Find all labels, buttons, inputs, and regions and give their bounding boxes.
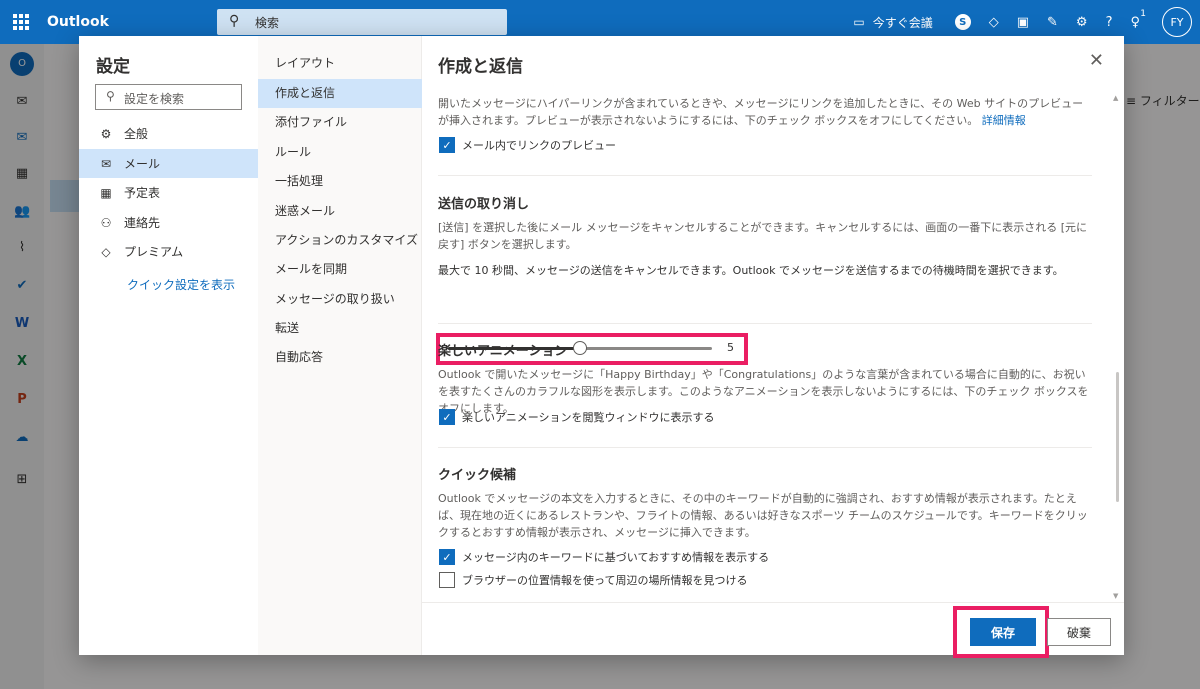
search-box[interactable]: ⚲ 検索 <box>217 9 507 35</box>
checkmark-icon: ✓ <box>439 409 455 425</box>
compose-icon: ✎ <box>1047 14 1058 30</box>
subcategory-layout[interactable]: レイアウト <box>258 49 422 78</box>
subcategory-customize-actions[interactable]: アクションのカスタマイズ <box>258 226 422 255</box>
meet-now-label: 今すぐ会議 <box>872 15 933 30</box>
more-info-link[interactable]: 詳細情報 <box>982 114 1026 127</box>
office-icon: ▣ <box>1016 14 1029 30</box>
app-name[interactable]: Outlook <box>47 14 109 30</box>
app-launcher-icon[interactable] <box>13 14 29 30</box>
link-preview-checkbox[interactable]: ✓ メール内でリンクのプレビュー <box>439 137 616 153</box>
bulb-icon: ♀ <box>1130 14 1140 30</box>
content-title: 作成と返信 <box>438 57 523 77</box>
keyword-suggestions-checkbox[interactable]: ✓ メッセージ内のキーワードに基づいておすすめ情報を表示する <box>439 549 769 565</box>
subcategory-compose-reply[interactable]: 作成と返信 <box>258 79 422 108</box>
dialog-footer: 保存 破棄 <box>422 602 1124 658</box>
premium-button[interactable]: ◇ <box>989 15 999 30</box>
checkbox-label: ブラウザーの位置情報を使って周辺の場所情報を見つける <box>462 574 748 587</box>
help-button[interactable]: ? <box>1106 15 1113 30</box>
settings-dialog: 設定 ⚲ 設定を検索 ⚙ 全般 ✉ メール ▦ 予定表 ⚇ 連絡先 ◇ プレミア… <box>79 36 1124 658</box>
category-label: プレミアム <box>124 245 184 259</box>
skype-button[interactable]: S <box>954 14 971 30</box>
undo-send-heading: 送信の取り消し <box>438 197 530 212</box>
animations-heading: 楽しいアニメーション <box>438 344 568 359</box>
scroll-up-icon[interactable]: ▲ <box>1113 94 1118 102</box>
subcategory-forwarding[interactable]: 転送 <box>258 314 422 343</box>
my-day-button[interactable]: ✎ <box>1047 15 1058 30</box>
category-label: メール <box>124 157 161 171</box>
divider <box>438 323 1092 324</box>
category-premium[interactable]: ◇ プレミアム <box>79 237 258 266</box>
notification-count: 1 <box>1140 8 1146 19</box>
subcategory-attachments[interactable]: 添付ファイル <box>258 108 422 137</box>
settings-search-input[interactable]: ⚲ 設定を検索 <box>95 84 242 110</box>
save-button[interactable]: 保存 <box>970 618 1036 646</box>
subcategory-junk[interactable]: 迷惑メール <box>258 197 422 226</box>
checkbox-label: メッセージ内のキーワードに基づいておすすめ情報を表示する <box>462 551 770 564</box>
slider-value: 5 <box>727 341 734 354</box>
category-label: 予定表 <box>124 186 161 200</box>
subcategory-rules[interactable]: ルール <box>258 138 422 167</box>
checkmark-icon: ✓ <box>439 549 455 565</box>
checkmark-icon: ✓ <box>439 137 455 153</box>
help-icon: ? <box>1105 14 1113 30</box>
close-icon[interactable]: ✕ <box>1089 50 1104 71</box>
meet-now-button[interactable]: ▭ 今すぐ会議 <box>853 14 932 31</box>
search-icon: ⚲ <box>106 89 115 103</box>
divider <box>438 175 1092 176</box>
skype-icon: S <box>954 14 971 30</box>
diamond-icon: ◇ <box>101 244 111 259</box>
scroll-down-icon[interactable]: ▼ <box>1113 592 1118 600</box>
settings-button[interactable]: ⚙ <box>1076 15 1088 30</box>
category-label: 全般 <box>124 127 149 141</box>
checkbox-label: メール内でリンクのプレビュー <box>462 139 616 152</box>
gear-icon: ⚙ <box>1075 14 1088 30</box>
category-mail[interactable]: ✉ メール <box>79 149 258 178</box>
subcategory-sweep[interactable]: 一括処理 <box>258 167 422 196</box>
search-placeholder: 検索 <box>255 16 280 30</box>
undo-send-description: [送信] を選択した後にメール メッセージをキャンセルすることができます。キャン… <box>438 221 1088 251</box>
settings-title: 設定 <box>96 57 130 77</box>
search-icon: ⚲ <box>229 13 240 29</box>
slider-thumb[interactable] <box>573 341 587 355</box>
video-icon: ▭ <box>853 15 865 29</box>
subcategory-message-handling[interactable]: メッセージの取り扱い <box>258 285 422 314</box>
mail-icon: ✉ <box>100 156 112 171</box>
quick-settings-link[interactable]: クイック設定を表示 <box>127 276 235 293</box>
undo-send-slider-label: 最大で 10 秒間、メッセージの送信をキャンセルできます。Outlook でメッ… <box>438 264 1064 277</box>
people-icon: ⚇ <box>100 215 112 230</box>
category-calendar[interactable]: ▦ 予定表 <box>79 178 258 207</box>
checkbox-label: 楽しいアニメーションを閲覧ウィンドウに表示する <box>462 411 715 424</box>
gear-icon: ⚙ <box>100 126 112 141</box>
settings-subcategory-nav: レイアウト 作成と返信 添付ファイル ルール 一括処理 迷惑メール アクションの… <box>258 36 422 655</box>
discard-button[interactable]: 破棄 <box>1047 618 1111 646</box>
office-button[interactable]: ▣ <box>1017 15 1029 30</box>
calendar-icon: ▦ <box>100 185 112 200</box>
location-checkbox[interactable]: ブラウザーの位置情報を使って周辺の場所情報を見つける <box>439 572 747 588</box>
diamond-icon: ◇ <box>988 14 999 30</box>
category-people[interactable]: ⚇ 連絡先 <box>79 208 258 237</box>
settings-search-placeholder: 設定を検索 <box>124 92 185 106</box>
settings-category-nav: 設定 ⚲ 設定を検索 ⚙ 全般 ✉ メール ▦ 予定表 ⚇ 連絡先 ◇ プレミア… <box>79 36 258 655</box>
category-label: 連絡先 <box>124 216 161 230</box>
link-preview-description: 開いたメッセージにハイパーリンクが含まれているときや、メッセージにリンクを追加し… <box>438 95 1094 129</box>
checkbox-empty <box>439 572 455 588</box>
avatar[interactable]: FY <box>1162 7 1192 37</box>
animations-checkbox[interactable]: ✓ 楽しいアニメーションを閲覧ウィンドウに表示する <box>439 409 715 425</box>
settings-content: 作成と返信 ✕ 開いたメッセージにハイパーリンクが含まれているときや、メッセージ… <box>422 36 1124 655</box>
suggestions-heading: クイック候補 <box>438 468 517 483</box>
suggestions-description: Outlook でメッセージの本文を入力するときに、その中のキーワードが自動的に… <box>438 492 1088 539</box>
whats-new-button[interactable]: ♀ 1 <box>1130 9 1146 30</box>
subcategory-sync-email[interactable]: メールを同期 <box>258 255 422 284</box>
category-general[interactable]: ⚙ 全般 <box>79 119 258 148</box>
subcategory-auto-reply[interactable]: 自動応答 <box>258 343 422 372</box>
divider <box>438 447 1092 448</box>
content-scroll-area[interactable]: 開いたメッセージにハイパーリンクが含まれているときや、メッセージにリンクを追加し… <box>422 92 1124 602</box>
scrollbar-thumb[interactable] <box>1116 372 1119 502</box>
